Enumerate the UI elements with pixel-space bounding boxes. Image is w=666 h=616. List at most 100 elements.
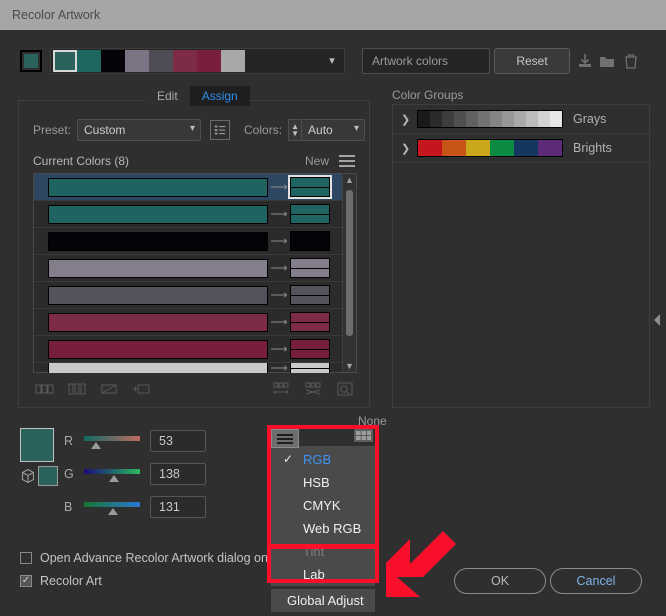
channel-slider-g[interactable] — [84, 465, 140, 483]
randomize-order-icon[interactable] — [271, 381, 291, 397]
group-swatch-0[interactable] — [418, 111, 430, 127]
new-color-swatch[interactable] — [290, 339, 330, 359]
colors-select[interactable]: Auto ▾ — [301, 119, 366, 141]
group-swatch-1[interactable] — [442, 140, 466, 156]
channel-value-g[interactable]: 138 — [150, 463, 206, 485]
colors-stepper[interactable]: ▲ ▼ — [288, 119, 302, 141]
channel-value-r[interactable]: 53 — [150, 430, 206, 452]
cancel-button[interactable]: Cancel — [550, 568, 642, 594]
collapse-panel-arrow-icon[interactable] — [651, 312, 663, 328]
recolor-art-checkbox-row[interactable]: ✓ Recolor Art — [20, 574, 102, 588]
swatch-3[interactable] — [125, 50, 149, 72]
recolor-art-checkbox[interactable]: ✓ — [20, 575, 32, 587]
scroll-down-icon[interactable]: ▼ — [345, 360, 354, 372]
color-mode-menu-button[interactable] — [271, 429, 299, 448]
menu-item-hsb[interactable]: HSB — [271, 471, 375, 494]
secondary-color-swatch[interactable] — [38, 466, 58, 486]
swatch-2[interactable] — [101, 50, 125, 72]
swatch-strip[interactable] — [53, 50, 245, 72]
swatch-4[interactable] — [149, 50, 173, 72]
color-swatch-bar[interactable]: ▾ — [50, 48, 345, 74]
menu-item-cmyk[interactable]: CMYK — [271, 494, 375, 517]
active-color-swatch[interactable] — [20, 50, 42, 72]
save-icon[interactable] — [576, 52, 594, 70]
color-group-preview[interactable] — [417, 139, 563, 157]
new-color-swatch[interactable] — [290, 285, 330, 305]
group-swatch-2[interactable] — [442, 111, 454, 127]
trash-icon[interactable] — [622, 52, 640, 70]
hamburger-icon[interactable] — [339, 155, 355, 167]
group-swatch-5[interactable] — [478, 111, 490, 127]
color-group-preview[interactable] — [417, 110, 563, 128]
group-swatch-11[interactable] — [550, 111, 562, 127]
current-colors-list[interactable]: ⟶ ⟶ ⟶ ⟶ ⟶ ⟶ ⟶ ⟶ ▲ ▼ — [33, 173, 357, 373]
current-color-bar[interactable] — [48, 339, 268, 359]
color-preview-swatch[interactable] — [20, 428, 54, 462]
current-color-bar[interactable] — [48, 231, 268, 251]
swatch-0[interactable] — [53, 50, 77, 72]
group-swatch-4[interactable] — [466, 111, 478, 127]
color-group-row[interactable]: ❯ Brights — [393, 134, 649, 163]
group-swatch-7[interactable] — [502, 111, 514, 127]
menu-item-lab[interactable]: Lab — [271, 563, 375, 586]
group-swatch-5[interactable] — [538, 140, 562, 156]
table-row[interactable]: ⟶ — [34, 228, 342, 255]
swatch-6[interactable] — [197, 50, 221, 72]
group-swatch-8[interactable] — [514, 111, 526, 127]
current-color-bar[interactable] — [48, 285, 268, 305]
group-swatch-1[interactable] — [430, 111, 442, 127]
group-swatch-0[interactable] — [418, 140, 442, 156]
scroll-up-icon[interactable]: ▲ — [345, 174, 354, 186]
preset-select[interactable]: Custom ▾ — [77, 119, 202, 141]
new-color-swatch[interactable] — [290, 231, 330, 251]
group-swatch-10[interactable] — [538, 111, 550, 127]
chevron-down-icon[interactable]: ▾ — [326, 55, 338, 67]
current-color-bar[interactable] — [48, 258, 268, 278]
merge-colors-icon[interactable] — [35, 381, 55, 397]
current-color-bar[interactable] — [48, 312, 268, 332]
group-swatch-3[interactable] — [454, 111, 466, 127]
table-row[interactable]: ⟶ — [34, 201, 342, 228]
new-color-swatch[interactable] — [290, 312, 330, 332]
list-view-icon[interactable] — [210, 120, 231, 140]
ok-button[interactable]: OK — [454, 568, 546, 594]
new-color-swatch[interactable] — [290, 363, 330, 373]
table-row[interactable]: ⟶ — [34, 309, 342, 336]
color-mode-menu[interactable]: ✓ RGB HSB CMYK Web RGB Tint Lab Global Adjust — [271, 446, 375, 612]
scrollbar-thumb[interactable] — [346, 190, 353, 336]
swatch-1[interactable] — [77, 50, 101, 72]
group-swatch-4[interactable] — [514, 140, 538, 156]
tab-edit[interactable]: Edit — [145, 86, 190, 106]
current-color-bar[interactable] — [48, 204, 268, 224]
folder-icon[interactable] — [598, 52, 616, 70]
color-reduction-options-icon[interactable] — [335, 381, 355, 397]
table-row[interactable]: ⟶ — [34, 255, 342, 282]
current-color-bar[interactable] — [48, 177, 268, 197]
mode-tabs[interactable]: Edit Assign — [145, 86, 250, 106]
open-advanced-dialog-checkbox-row[interactable]: Open Advance Recolor Artwork dialog on l… — [20, 551, 281, 565]
tab-assign[interactable]: Assign — [189, 86, 250, 106]
menu-item-global-adjust[interactable]: Global Adjust — [271, 589, 375, 612]
artwork-colors-field[interactable]: Artwork colors — [362, 48, 490, 74]
menu-item-web-rgb[interactable]: Web RGB — [271, 517, 375, 540]
table-row[interactable]: ⟶ — [34, 363, 342, 373]
slider-knob[interactable] — [107, 508, 118, 515]
add-color-icon[interactable] — [131, 381, 151, 397]
color-grid-icon[interactable] — [354, 429, 374, 446]
reset-button[interactable]: Reset — [494, 48, 570, 74]
color-list-scrollbar[interactable]: ▲ ▼ — [342, 174, 356, 372]
group-swatch-9[interactable] — [526, 111, 538, 127]
color-groups-panel[interactable]: ❯ Grays ❯ Brights — [392, 104, 650, 408]
group-swatch-2[interactable] — [466, 140, 490, 156]
new-color-swatch[interactable] — [288, 175, 332, 199]
swatch-5[interactable] — [173, 50, 197, 72]
current-color-bar[interactable] — [48, 363, 268, 373]
exclude-colors-icon[interactable] — [99, 381, 119, 397]
color-group-row[interactable]: ❯ Grays — [393, 105, 649, 134]
new-color-swatch[interactable] — [290, 204, 330, 224]
randomize-saturation-icon[interactable] — [303, 381, 323, 397]
chevron-right-icon[interactable]: ❯ — [401, 113, 417, 126]
group-swatch-3[interactable] — [490, 140, 514, 156]
separate-colors-icon[interactable] — [67, 381, 87, 397]
new-color-swatch[interactable] — [290, 258, 330, 278]
